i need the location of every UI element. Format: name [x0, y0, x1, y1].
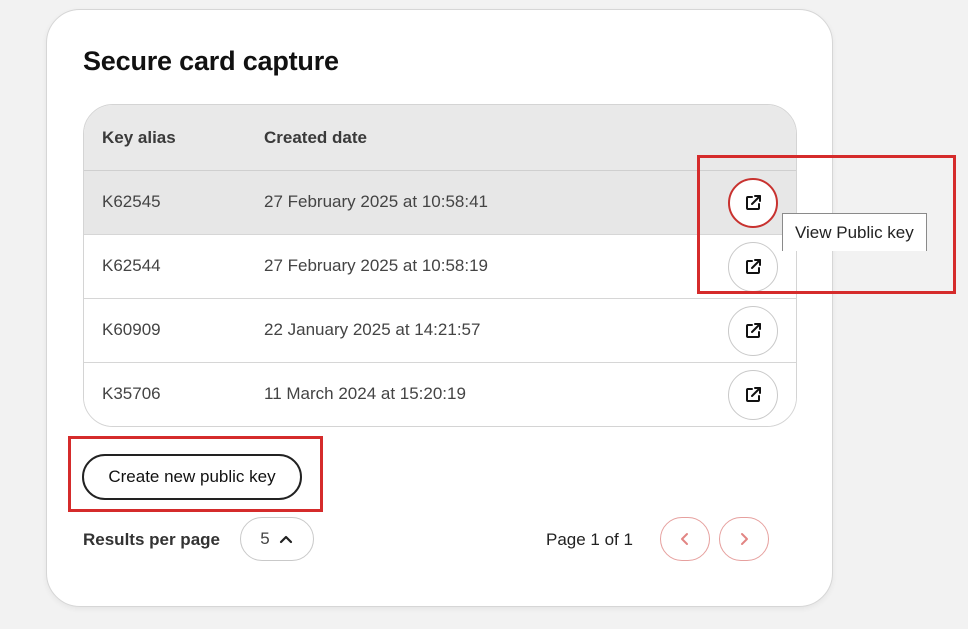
- secure-card-capture-panel: Secure card capture Key alias Created da…: [46, 9, 833, 607]
- chevron-right-icon: [741, 533, 748, 545]
- chevron-left-icon: [681, 533, 688, 545]
- table-row: K62544 27 February 2025 at 10:58:19: [84, 235, 796, 299]
- results-per-page-label: Results per page: [83, 530, 220, 549]
- view-public-key-button[interactable]: [728, 370, 778, 420]
- view-public-key-tooltip: View Public key: [782, 213, 927, 251]
- results-per-page-select[interactable]: 5: [240, 517, 314, 561]
- page-title: Secure card capture: [83, 46, 339, 76]
- view-public-key-button[interactable]: [728, 178, 778, 228]
- create-new-public-key-button[interactable]: Create new public key: [82, 454, 302, 500]
- column-header-created-date: Created date: [264, 128, 367, 147]
- created-date-cell: 27 February 2025 at 10:58:19: [264, 256, 488, 275]
- created-date-cell: 22 January 2025 at 14:21:57: [264, 320, 481, 339]
- key-alias-cell: K60909: [102, 320, 161, 339]
- table-row: K62545 27 February 2025 at 10:58:41: [84, 171, 796, 235]
- key-alias-cell: K35706: [102, 384, 161, 403]
- chevron-up-icon: [279, 535, 292, 544]
- table-row: K35706 11 March 2024 at 15:20:19: [84, 363, 796, 426]
- created-date-cell: 11 March 2024 at 15:20:19: [264, 384, 466, 403]
- page-indicator: Page 1 of 1: [546, 530, 633, 549]
- external-link-icon: [746, 323, 761, 338]
- column-header-key-alias: Key alias: [102, 128, 176, 147]
- next-page-button[interactable]: [719, 517, 769, 561]
- key-alias-cell: K62545: [102, 192, 161, 211]
- view-public-key-button[interactable]: [728, 306, 778, 356]
- key-alias-cell: K62544: [102, 256, 161, 275]
- external-link-icon: [746, 195, 761, 210]
- public-keys-table: Key alias Created date K62545 27 Februar…: [83, 104, 797, 427]
- results-per-page-value: 5: [260, 529, 270, 548]
- previous-page-button[interactable]: [660, 517, 710, 561]
- created-date-cell: 27 February 2025 at 10:58:41: [264, 192, 488, 211]
- external-link-icon: [746, 387, 761, 402]
- view-public-key-button[interactable]: [728, 242, 778, 292]
- external-link-icon: [746, 259, 761, 274]
- table-header: Key alias Created date: [84, 105, 796, 171]
- table-row: K60909 22 January 2025 at 14:21:57: [84, 299, 796, 363]
